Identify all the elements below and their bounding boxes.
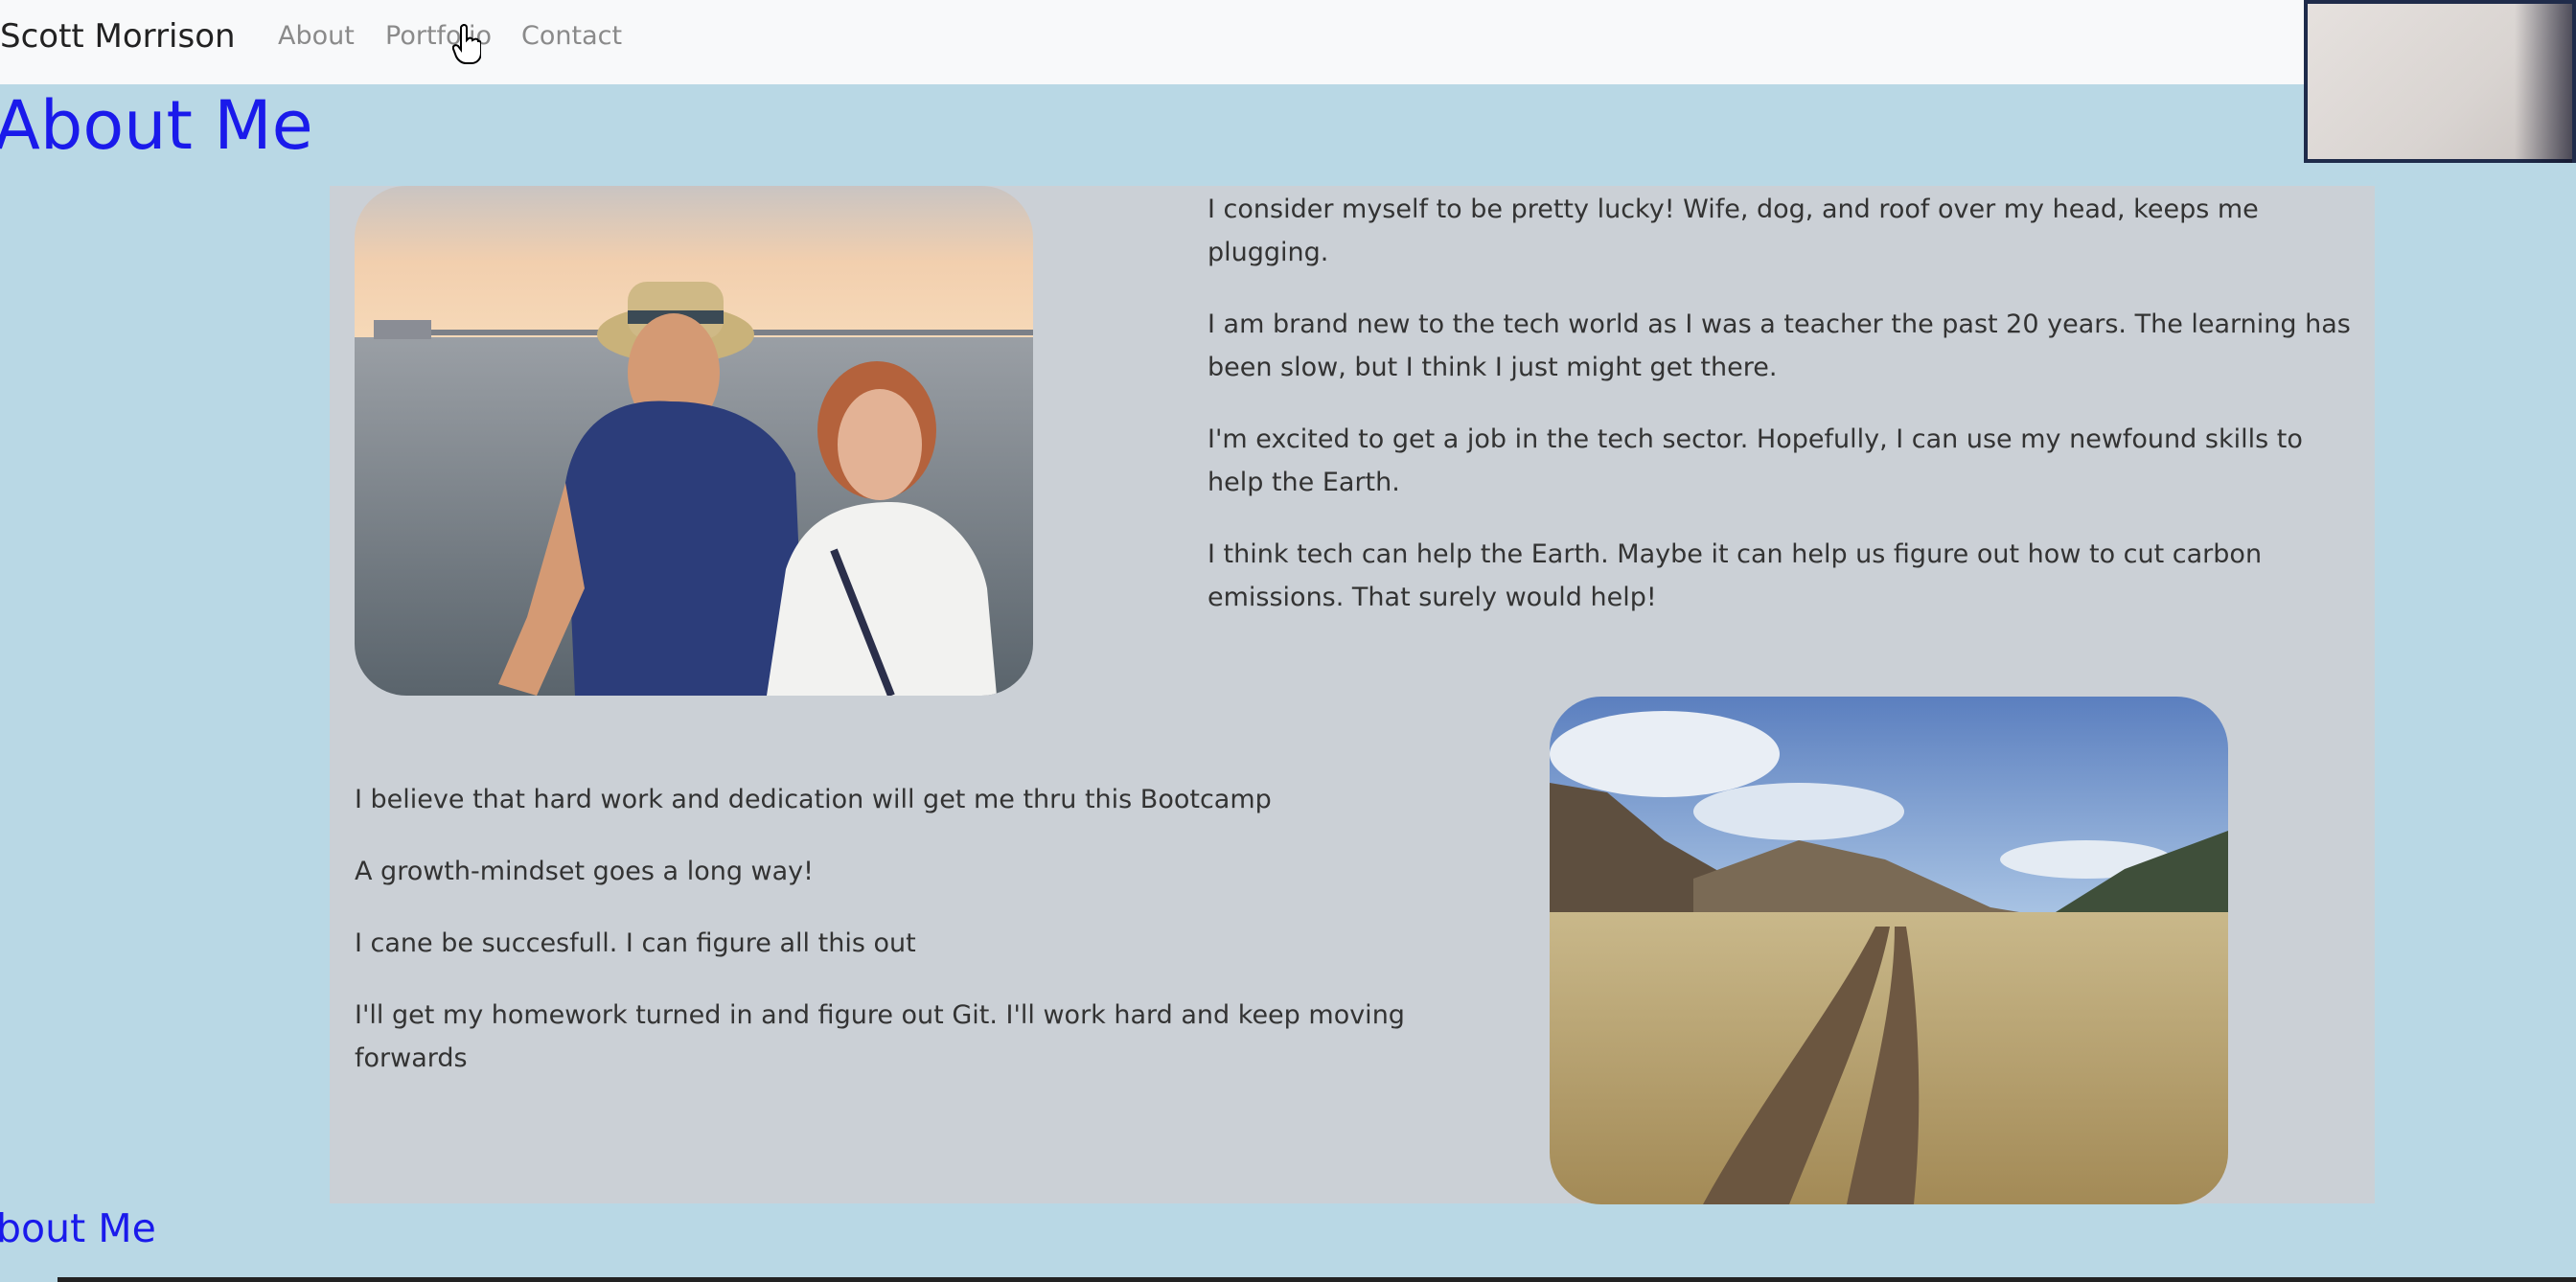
valley-photo (1550, 697, 2228, 1204)
mindset-paragraph-1: I believe that hard work and dedication … (355, 785, 1272, 814)
nav-link-contact[interactable]: Contact (521, 21, 622, 51)
bottom-divider (58, 1277, 2576, 1282)
couple-photo (355, 186, 1033, 696)
intro-paragraph-3: I'm excited to get a job in the tech sec… (1208, 424, 2303, 497)
webcam-shadow (2515, 4, 2572, 163)
mindset-text-block: I believe that hard work and dedication … (355, 778, 1438, 1109)
navbar-brand[interactable]: Scott Morrison (0, 17, 236, 56)
mindset-paragraph-3: I cane be succesfull. I can figure all t… (355, 928, 916, 958)
intro-text-block: I consider myself to be pretty lucky! Wi… (1208, 188, 2358, 648)
hand-cursor-icon (452, 24, 481, 64)
navbar: Scott Morrison About Portfolio Contact (0, 0, 2576, 84)
page-title: About Me (0, 86, 313, 165)
intro-paragraph-2: I am brand new to the tech world as I wa… (1208, 309, 2351, 382)
footer-title: bout Me (0, 1205, 156, 1251)
webcam-overlay (2304, 0, 2576, 163)
mindset-paragraph-4: I'll get my homework turned in and figur… (355, 1000, 1405, 1073)
intro-paragraph-1: I consider myself to be pretty lucky! Wi… (1208, 195, 2259, 267)
nav-link-about[interactable]: About (278, 21, 355, 51)
intro-paragraph-4: I think tech can help the Earth. Maybe i… (1208, 539, 2263, 612)
mindset-paragraph-2: A growth-mindset goes a long way! (355, 857, 814, 886)
